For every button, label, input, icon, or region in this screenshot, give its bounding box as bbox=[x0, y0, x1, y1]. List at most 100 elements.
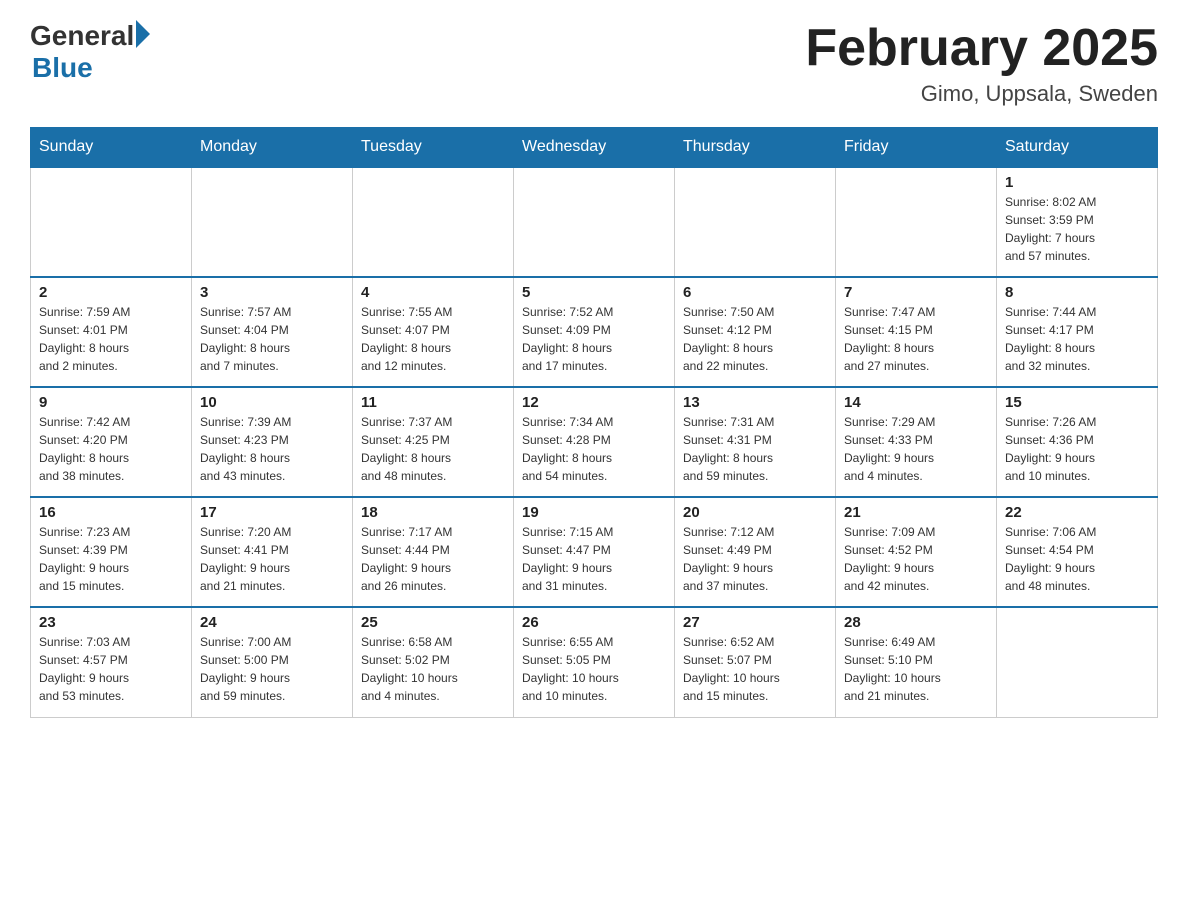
day-number: 4 bbox=[361, 284, 505, 301]
calendar-cell bbox=[353, 167, 514, 277]
calendar-cell: 16Sunrise: 7:23 AM Sunset: 4:39 PM Dayli… bbox=[31, 497, 192, 607]
day-info: Sunrise: 7:34 AM Sunset: 4:28 PM Dayligh… bbox=[522, 413, 666, 485]
day-info: Sunrise: 7:44 AM Sunset: 4:17 PM Dayligh… bbox=[1005, 303, 1149, 375]
day-info: Sunrise: 7:15 AM Sunset: 4:47 PM Dayligh… bbox=[522, 523, 666, 595]
day-info: Sunrise: 6:58 AM Sunset: 5:02 PM Dayligh… bbox=[361, 633, 505, 705]
day-info: Sunrise: 7:26 AM Sunset: 4:36 PM Dayligh… bbox=[1005, 413, 1149, 485]
calendar-cell: 17Sunrise: 7:20 AM Sunset: 4:41 PM Dayli… bbox=[192, 497, 353, 607]
day-info: Sunrise: 7:09 AM Sunset: 4:52 PM Dayligh… bbox=[844, 523, 988, 595]
day-of-week-tuesday: Tuesday bbox=[353, 128, 514, 168]
calendar-cell: 18 Sunrise: 7:17 AM Sunset: 4:44 PM Dayli… bbox=[353, 497, 514, 607]
day-number: 23 bbox=[39, 614, 183, 631]
calendar-header: SundayMondayTuesdayWednesdayThursdayFrid… bbox=[31, 128, 1158, 168]
day-info: Sunrise: 7:55 AM Sunset: 4:07 PM Dayligh… bbox=[361, 303, 505, 375]
calendar-cell bbox=[31, 167, 192, 277]
week-row-4: 16Sunrise: 7:23 AM Sunset: 4:39 PM Dayli… bbox=[31, 497, 1158, 607]
day-info: Sunrise: 7:29 AM Sunset: 4:33 PM Dayligh… bbox=[844, 413, 988, 485]
calendar-cell: 11 Sunrise: 7:37 AM Sunset: 4:25 PM Dayli… bbox=[353, 387, 514, 497]
calendar-cell: 24 Sunrise: 7:00 AM Sunset: 5:00 PM Dayli… bbox=[192, 607, 353, 717]
calendar-cell: 4 Sunrise: 7:55 AM Sunset: 4:07 PM Daylig… bbox=[353, 277, 514, 387]
calendar-cell: 20 Sunrise: 7:12 AM Sunset: 4:49 PM Dayli… bbox=[675, 497, 836, 607]
day-info: Sunrise: 6:55 AM Sunset: 5:05 PM Dayligh… bbox=[522, 633, 666, 705]
day-of-week-sunday: Sunday bbox=[31, 128, 192, 168]
day-info: Sunrise: 7:23 AM Sunset: 4:39 PM Dayligh… bbox=[39, 523, 183, 595]
day-info: Sunrise: 8:02 AM Sunset: 3:59 PM Dayligh… bbox=[1005, 193, 1149, 265]
day-number: 22 bbox=[1005, 504, 1149, 521]
day-number: 12 bbox=[522, 394, 666, 411]
day-info: Sunrise: 7:59 AM Sunset: 4:01 PM Dayligh… bbox=[39, 303, 183, 375]
calendar-cell: 3 Sunrise: 7:57 AM Sunset: 4:04 PM Daylig… bbox=[192, 277, 353, 387]
calendar-cell: 9Sunrise: 7:42 AM Sunset: 4:20 PM Daylig… bbox=[31, 387, 192, 497]
days-of-week-row: SundayMondayTuesdayWednesdayThursdayFrid… bbox=[31, 128, 1158, 168]
day-info: Sunrise: 7:50 AM Sunset: 4:12 PM Dayligh… bbox=[683, 303, 827, 375]
day-number: 15 bbox=[1005, 394, 1149, 411]
day-number: 25 bbox=[361, 614, 505, 631]
day-info: Sunrise: 7:06 AM Sunset: 4:54 PM Dayligh… bbox=[1005, 523, 1149, 595]
calendar-cell: 19 Sunrise: 7:15 AM Sunset: 4:47 PM Dayli… bbox=[514, 497, 675, 607]
calendar-cell bbox=[192, 167, 353, 277]
calendar-cell bbox=[836, 167, 997, 277]
logo: General Blue bbox=[30, 20, 150, 84]
calendar-cell: 8 Sunrise: 7:44 AM Sunset: 4:17 PM Daylig… bbox=[997, 277, 1158, 387]
week-row-1: 1 Sunrise: 8:02 AM Sunset: 3:59 PM Daylig… bbox=[31, 167, 1158, 277]
calendar-cell: 26 Sunrise: 6:55 AM Sunset: 5:05 PM Dayli… bbox=[514, 607, 675, 717]
day-info: Sunrise: 7:00 AM Sunset: 5:00 PM Dayligh… bbox=[200, 633, 344, 705]
day-number: 2 bbox=[39, 284, 183, 301]
calendar-cell: 25 Sunrise: 6:58 AM Sunset: 5:02 PM Dayli… bbox=[353, 607, 514, 717]
day-info: Sunrise: 7:12 AM Sunset: 4:49 PM Dayligh… bbox=[683, 523, 827, 595]
calendar-cell: 27 Sunrise: 6:52 AM Sunset: 5:07 PM Dayli… bbox=[675, 607, 836, 717]
day-of-week-thursday: Thursday bbox=[675, 128, 836, 168]
calendar-cell: 2 Sunrise: 7:59 AM Sunset: 4:01 PM Daylig… bbox=[31, 277, 192, 387]
day-info: Sunrise: 7:47 AM Sunset: 4:15 PM Dayligh… bbox=[844, 303, 988, 375]
day-info: Sunrise: 7:37 AM Sunset: 4:25 PM Dayligh… bbox=[361, 413, 505, 485]
calendar-table: SundayMondayTuesdayWednesdayThursdayFrid… bbox=[30, 127, 1158, 718]
day-number: 18 bbox=[361, 504, 505, 521]
day-info: Sunrise: 6:52 AM Sunset: 5:07 PM Dayligh… bbox=[683, 633, 827, 705]
month-title: February 2025 bbox=[805, 20, 1158, 77]
day-number: 19 bbox=[522, 504, 666, 521]
week-row-2: 2 Sunrise: 7:59 AM Sunset: 4:01 PM Daylig… bbox=[31, 277, 1158, 387]
day-info: Sunrise: 7:31 AM Sunset: 4:31 PM Dayligh… bbox=[683, 413, 827, 485]
calendar-cell: 22 Sunrise: 7:06 AM Sunset: 4:54 PM Dayli… bbox=[997, 497, 1158, 607]
day-number: 21 bbox=[844, 504, 988, 521]
calendar-cell: 15 Sunrise: 7:26 AM Sunset: 4:36 PM Dayli… bbox=[997, 387, 1158, 497]
week-row-5: 23 Sunrise: 7:03 AM Sunset: 4:57 PM Dayli… bbox=[31, 607, 1158, 717]
day-number: 7 bbox=[844, 284, 988, 301]
day-number: 6 bbox=[683, 284, 827, 301]
day-number: 5 bbox=[522, 284, 666, 301]
day-info: Sunrise: 7:03 AM Sunset: 4:57 PM Dayligh… bbox=[39, 633, 183, 705]
calendar-cell bbox=[997, 607, 1158, 717]
day-number: 27 bbox=[683, 614, 827, 631]
logo-blue-text: Blue bbox=[32, 52, 93, 84]
day-number: 26 bbox=[522, 614, 666, 631]
day-info: Sunrise: 7:17 AM Sunset: 4:44 PM Dayligh… bbox=[361, 523, 505, 595]
calendar-cell: 6 Sunrise: 7:50 AM Sunset: 4:12 PM Daylig… bbox=[675, 277, 836, 387]
day-number: 8 bbox=[1005, 284, 1149, 301]
calendar-cell: 10 Sunrise: 7:39 AM Sunset: 4:23 PM Dayli… bbox=[192, 387, 353, 497]
calendar-cell bbox=[514, 167, 675, 277]
title-area: February 2025 Gimo, Uppsala, Sweden bbox=[805, 20, 1158, 107]
day-number: 17 bbox=[200, 504, 344, 521]
logo-general-text: General bbox=[30, 20, 134, 52]
day-info: Sunrise: 6:49 AM Sunset: 5:10 PM Dayligh… bbox=[844, 633, 988, 705]
day-number: 3 bbox=[200, 284, 344, 301]
calendar-cell: 14 Sunrise: 7:29 AM Sunset: 4:33 PM Dayli… bbox=[836, 387, 997, 497]
day-info: Sunrise: 7:57 AM Sunset: 4:04 PM Dayligh… bbox=[200, 303, 344, 375]
calendar-cell: 12 Sunrise: 7:34 AM Sunset: 4:28 PM Dayli… bbox=[514, 387, 675, 497]
day-number: 10 bbox=[200, 394, 344, 411]
day-info: Sunrise: 7:52 AM Sunset: 4:09 PM Dayligh… bbox=[522, 303, 666, 375]
calendar-cell: 23 Sunrise: 7:03 AM Sunset: 4:57 PM Dayli… bbox=[31, 607, 192, 717]
logo-arrow-icon bbox=[136, 20, 150, 48]
day-number: 14 bbox=[844, 394, 988, 411]
day-number: 20 bbox=[683, 504, 827, 521]
day-number: 11 bbox=[361, 394, 505, 411]
day-number: 1 bbox=[1005, 174, 1149, 191]
day-number: 13 bbox=[683, 394, 827, 411]
day-info: Sunrise: 7:39 AM Sunset: 4:23 PM Dayligh… bbox=[200, 413, 344, 485]
page-header: General Blue February 2025 Gimo, Uppsala… bbox=[30, 20, 1158, 107]
calendar-cell: 21 Sunrise: 7:09 AM Sunset: 4:52 PM Dayli… bbox=[836, 497, 997, 607]
location: Gimo, Uppsala, Sweden bbox=[805, 81, 1158, 107]
day-of-week-monday: Monday bbox=[192, 128, 353, 168]
day-of-week-saturday: Saturday bbox=[997, 128, 1158, 168]
day-number: 24 bbox=[200, 614, 344, 631]
